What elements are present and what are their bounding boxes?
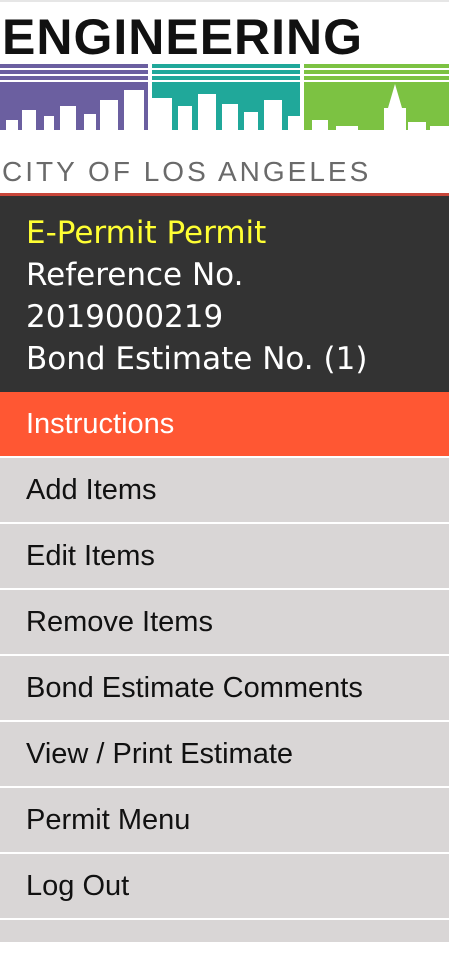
menu-item-add-items[interactable]: Add Items: [0, 458, 449, 524]
permit-title: E-Permit Permit: [26, 215, 267, 251]
menu-item-permit-menu[interactable]: Permit Menu: [0, 788, 449, 854]
logo-wordmark: ENGINEERING: [2, 9, 364, 65]
page: ENGINEERING CITY OF LOS ANGELES E-Permit…: [0, 0, 449, 954]
menu-item-partial: [0, 920, 449, 942]
reference-number: 2019000219: [26, 299, 224, 335]
menu-item-bond-estimate-comments[interactable]: Bond Estimate Comments: [0, 656, 449, 722]
reference-label: Reference No.: [26, 257, 244, 293]
engineering-logo[interactable]: ENGINEERING CITY OF LOS ANGELES: [0, 0, 449, 196]
logo-city-text: CITY OF LOS ANGELES: [2, 156, 372, 187]
city-skyline-graphic: [0, 64, 449, 160]
permit-header: E-Permit Permit Reference No. 2019000219…: [0, 196, 449, 392]
side-menu: Instructions Add Items Edit Items Remove…: [0, 392, 449, 942]
menu-item-instructions[interactable]: Instructions: [0, 392, 449, 458]
menu-item-edit-items[interactable]: Edit Items: [0, 524, 449, 590]
logo-stripes: [0, 64, 449, 80]
menu-item-remove-items[interactable]: Remove Items: [0, 590, 449, 656]
menu-item-view-print-estimate[interactable]: View / Print Estimate: [0, 722, 449, 788]
menu-item-log-out[interactable]: Log Out: [0, 854, 449, 920]
bond-estimate-number: Bond Estimate No. (1): [26, 341, 368, 377]
